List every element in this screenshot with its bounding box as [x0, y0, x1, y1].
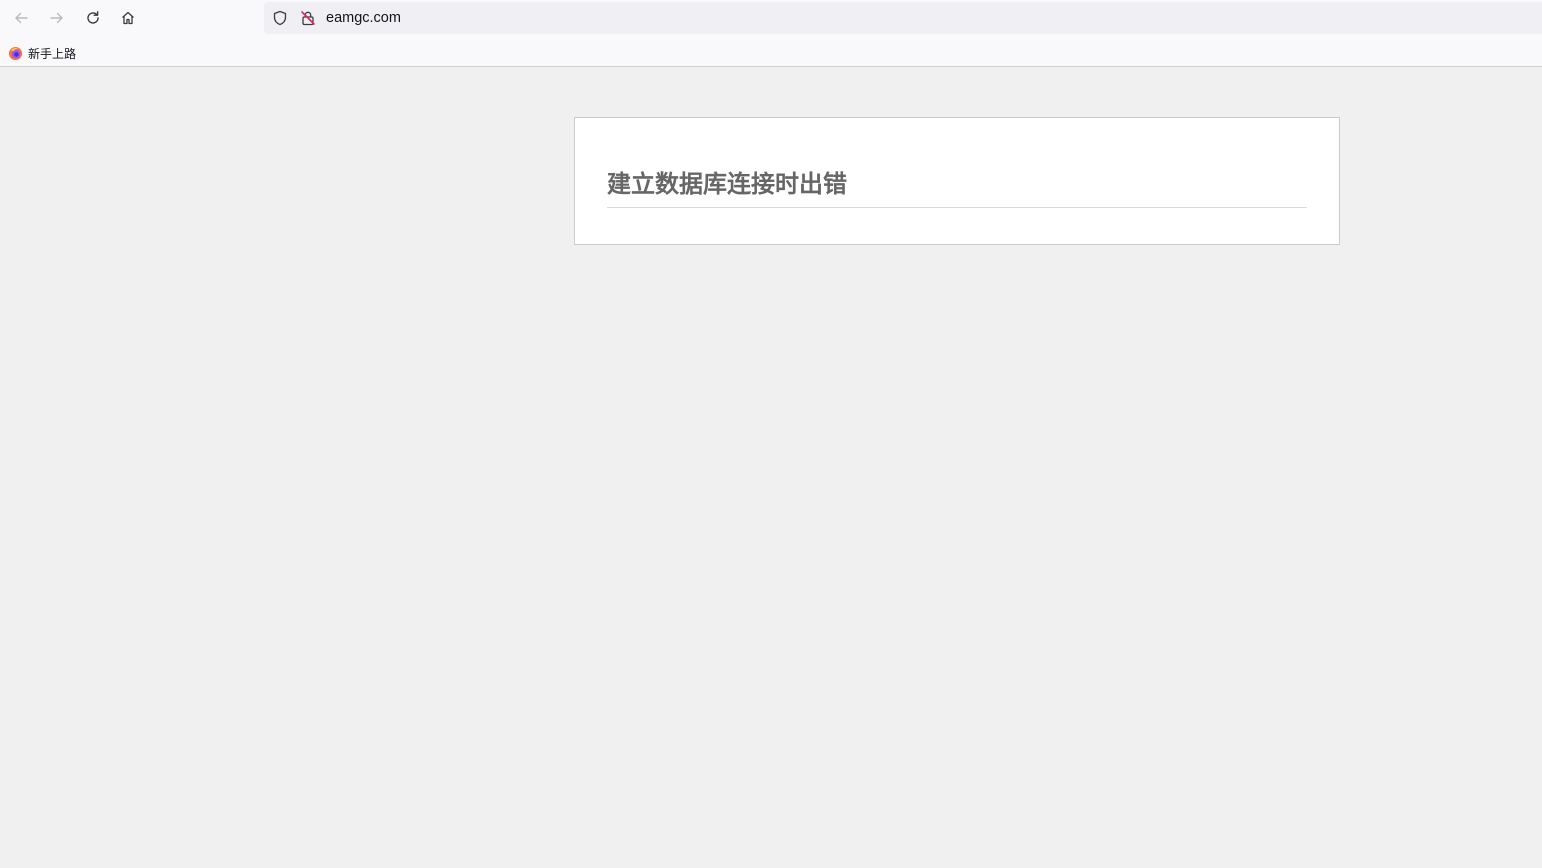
forward-button[interactable] — [43, 4, 71, 32]
bookmark-label: 新手上路 — [28, 46, 77, 61]
error-title: 建立数据库连接时出错 — [607, 168, 1307, 208]
home-button[interactable] — [114, 4, 142, 32]
url-text[interactable]: eamgc.com — [326, 10, 401, 26]
firefox-icon — [8, 46, 23, 60]
arrow-right-icon — [50, 12, 63, 24]
home-icon — [122, 11, 134, 25]
error-box: 建立数据库连接时出错 — [574, 117, 1340, 245]
back-button[interactable] — [7, 4, 35, 32]
bookmark-getting-started[interactable]: 新手上路 — [8, 44, 76, 62]
shield-icon[interactable] — [272, 10, 288, 26]
reload-icon — [87, 11, 99, 24]
browser-chrome: eamgc.com 新手上路 — [0, 0, 1542, 67]
bookmarks-toolbar: 新手上路 — [0, 40, 1542, 66]
browser-toolbar: eamgc.com — [0, 0, 1542, 37]
reload-button[interactable] — [79, 4, 107, 32]
url-bar[interactable]: eamgc.com — [264, 2, 1542, 34]
arrow-left-icon — [15, 12, 28, 24]
insecure-lock-icon[interactable] — [300, 10, 316, 26]
